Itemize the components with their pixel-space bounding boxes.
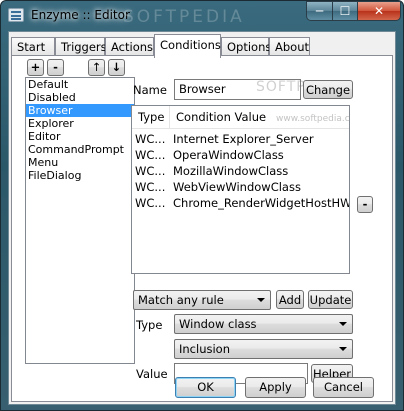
type-value: Window class — [179, 317, 257, 331]
type-label: Type — [136, 318, 163, 332]
row-value: WebViewWindowClass — [173, 180, 301, 194]
type-dropdown[interactable]: Window class — [174, 314, 353, 334]
close-button[interactable]: ✕ — [357, 1, 401, 21]
add-condition-button[interactable]: Add — [276, 290, 304, 309]
maximize-button[interactable]: ☐ — [332, 1, 358, 21]
row-value: OperaWindowClass — [173, 148, 284, 162]
table-row[interactable]: WC... Chrome_RenderWidgetHostHWND — [132, 195, 349, 211]
watermark-title: SOFTPEDIA — [123, 7, 245, 27]
tab-triggers[interactable]: Triggers — [55, 37, 107, 57]
profile-item-selected[interactable]: Browser — [26, 104, 134, 117]
match-rule-dropdown[interactable]: Match any rule — [133, 290, 271, 310]
minimize-button[interactable]: ─ — [306, 1, 333, 21]
chevron-down-icon — [339, 322, 347, 326]
watermark-url: www.softpedia.com — [276, 114, 350, 124]
window-title: Enzyme :: Editor — [31, 8, 130, 22]
profile-item[interactable]: Editor — [26, 130, 134, 143]
tab-actions[interactable]: Actions — [105, 37, 154, 57]
row-value: Chrome_RenderWidgetHostHWND — [173, 196, 350, 210]
client-area: Start Triggers Actions Conditions Option… — [8, 31, 396, 405]
row-type: WC... — [135, 148, 166, 162]
ok-button[interactable]: OK — [175, 377, 236, 398]
apply-button[interactable]: Apply — [245, 377, 306, 398]
update-condition-button[interactable]: Update — [308, 290, 353, 309]
remove-profile-button[interactable]: - — [47, 59, 64, 76]
row-type: WC... — [135, 180, 166, 194]
match-rule-value: Match any rule — [138, 293, 224, 307]
change-button[interactable]: Change — [303, 80, 353, 99]
profile-item[interactable]: Disabled — [26, 91, 134, 104]
move-up-button[interactable]: ↑ — [88, 59, 105, 76]
remove-condition-button[interactable]: - — [357, 196, 373, 213]
profile-list[interactable]: Default Disabled Browser Explorer Editor… — [25, 77, 135, 364]
move-down-button[interactable]: ↓ — [108, 59, 125, 76]
tab-start[interactable]: Start — [11, 37, 55, 57]
table-row[interactable]: WC... WebViewWindowClass — [132, 179, 349, 195]
tab-options[interactable]: Options — [221, 37, 271, 57]
profile-item[interactable]: Default — [26, 78, 134, 91]
chevron-down-icon — [257, 298, 265, 302]
title-bar[interactable]: Enzyme :: Editor SOFTPEDIA ─ ☐ ✕ — [1, 1, 403, 31]
inclusion-dropdown[interactable]: Inclusion — [174, 339, 353, 359]
tab-about[interactable]: About — [269, 37, 310, 57]
table-row[interactable]: WC... OperaWindowClass — [132, 147, 349, 163]
add-profile-button[interactable]: + — [27, 59, 44, 76]
row-type: WC... — [135, 164, 166, 178]
conditions-table[interactable]: Type Condition Value www.softpedia.com W… — [131, 105, 350, 274]
row-value: Internet Explorer_Server — [173, 132, 314, 146]
row-value: MozillaWindowClass — [173, 164, 289, 178]
chevron-down-icon — [339, 347, 347, 351]
name-label: Name — [133, 83, 167, 97]
profile-item[interactable]: Menu — [26, 156, 134, 169]
tab-conditions[interactable]: Conditions — [154, 34, 221, 58]
table-row[interactable]: WC... Internet Explorer_Server — [132, 131, 349, 147]
profile-item[interactable]: FileDialog — [26, 169, 134, 182]
row-type: WC... — [135, 132, 166, 146]
profile-item[interactable]: CommandPrompt — [26, 143, 134, 156]
app-icon — [8, 8, 24, 22]
table-row[interactable]: WC... MozillaWindowClass — [132, 163, 349, 179]
profile-item[interactable]: Explorer — [26, 117, 134, 130]
inclusion-value: Inclusion — [179, 342, 230, 356]
value-label: Value — [136, 367, 168, 381]
row-type: WC... — [135, 196, 166, 210]
cancel-button[interactable]: Cancel — [313, 377, 374, 398]
editor-window: Enzyme :: Editor SOFTPEDIA ─ ☐ ✕ Start T… — [0, 0, 404, 411]
column-header-type[interactable]: Type — [132, 106, 170, 128]
conditions-panel: + - ↑ ↓ Default Disabled Browser Explore… — [11, 55, 393, 402]
